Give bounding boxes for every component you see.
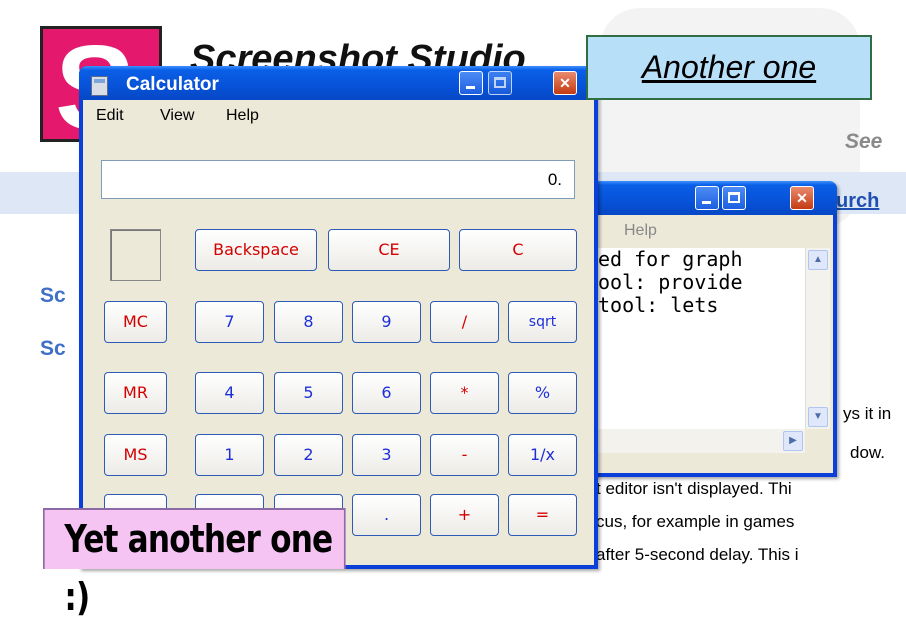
text-line: ool: provide <box>598 270 743 294</box>
calculator-display: 0. <box>101 160 575 199</box>
side-link-1[interactable]: Sc <box>40 284 66 308</box>
minimize-button[interactable] <box>695 186 719 210</box>
key-percent[interactable]: % <box>508 372 577 414</box>
window-title: Calculator <box>126 74 219 95</box>
key-multiply[interactable]: * <box>430 372 499 414</box>
key-8[interactable]: 8 <box>274 301 343 343</box>
side-link-2[interactable]: Sc <box>40 337 66 361</box>
key-mc[interactable]: MC <box>104 301 167 343</box>
menu-view[interactable]: View <box>160 107 194 125</box>
menu-help[interactable]: Help <box>624 222 657 240</box>
text-line: ed for graph <box>598 248 743 271</box>
menu-edit[interactable]: Edit <box>96 107 124 125</box>
notepad-menu-bar: Help <box>594 215 833 247</box>
key-mr[interactable]: MR <box>104 372 167 414</box>
body-text-line: cus, for example in games <box>596 512 795 531</box>
key-decimal[interactable]: . <box>352 494 421 536</box>
key-subtract[interactable]: - <box>430 434 499 476</box>
calculator-window[interactable]: Calculator ✕ Edit View Help 0. Backspace… <box>79 66 598 569</box>
close-icon: ✕ <box>559 75 571 91</box>
maximize-icon <box>728 192 740 203</box>
notepad-window[interactable]: ✕ Help ed for graph ool: provide tool: l… <box>590 181 837 477</box>
minimize-icon <box>702 201 711 204</box>
key-9[interactable]: 9 <box>352 301 421 343</box>
notepad-text-area[interactable]: ed for graph ool: provide tool: lets <box>594 248 805 429</box>
nav-link-purchase[interactable]: urch <box>836 190 879 213</box>
body-text-line: t editor isn't displayed. Thi <box>596 479 792 498</box>
key-reciprocal[interactable]: 1/x <box>508 434 577 476</box>
key-divide[interactable]: / <box>430 301 499 343</box>
scroll-right-arrow-icon[interactable]: ▶ <box>783 431 803 451</box>
scroll-down-arrow-icon[interactable]: ▼ <box>808 407 828 427</box>
key-7[interactable]: 7 <box>195 301 264 343</box>
maximize-button[interactable] <box>722 186 746 210</box>
body-text-line: dow. <box>850 443 885 462</box>
body-text-line: after 5-second delay. This i <box>596 545 799 564</box>
notepad-status-bar <box>594 453 833 473</box>
minimize-icon <box>466 86 475 89</box>
callout-another-one: Another one <box>586 35 872 100</box>
key-6[interactable]: 6 <box>352 372 421 414</box>
close-icon: ✕ <box>796 190 808 206</box>
key-backspace[interactable]: Backspace <box>195 229 317 271</box>
site-tagline: See <box>845 130 883 153</box>
key-1[interactable]: 1 <box>195 434 264 476</box>
key-ce[interactable]: CE <box>328 229 450 271</box>
key-3[interactable]: 3 <box>352 434 421 476</box>
key-c[interactable]: C <box>459 229 577 271</box>
minimize-button[interactable] <box>459 71 483 95</box>
close-button[interactable]: ✕ <box>790 186 814 210</box>
calculator-menu-bar: Edit View Help <box>83 100 594 132</box>
maximize-icon <box>494 77 506 88</box>
horizontal-scrollbar[interactable]: ▶ <box>594 429 805 453</box>
key-equals[interactable]: = <box>508 494 577 536</box>
menu-help[interactable]: Help <box>226 107 259 125</box>
vertical-scrollbar[interactable]: ▲ ▼ <box>805 248 830 429</box>
key-4[interactable]: 4 <box>195 372 264 414</box>
memory-indicator <box>110 229 161 281</box>
callout-yet-another-one: Yet another one :) <box>43 508 346 619</box>
key-2[interactable]: 2 <box>274 434 343 476</box>
key-ms[interactable]: MS <box>104 434 167 476</box>
maximize-button <box>488 71 512 95</box>
key-add[interactable]: + <box>430 494 499 536</box>
text-line: tool: lets <box>598 293 719 317</box>
key-sqrt[interactable]: sqrt <box>508 301 577 343</box>
close-button[interactable]: ✕ <box>553 71 577 95</box>
scroll-up-arrow-icon[interactable]: ▲ <box>808 250 828 270</box>
calculator-icon <box>91 76 108 96</box>
body-text-line: ys it in <box>843 404 892 423</box>
key-5[interactable]: 5 <box>274 372 343 414</box>
